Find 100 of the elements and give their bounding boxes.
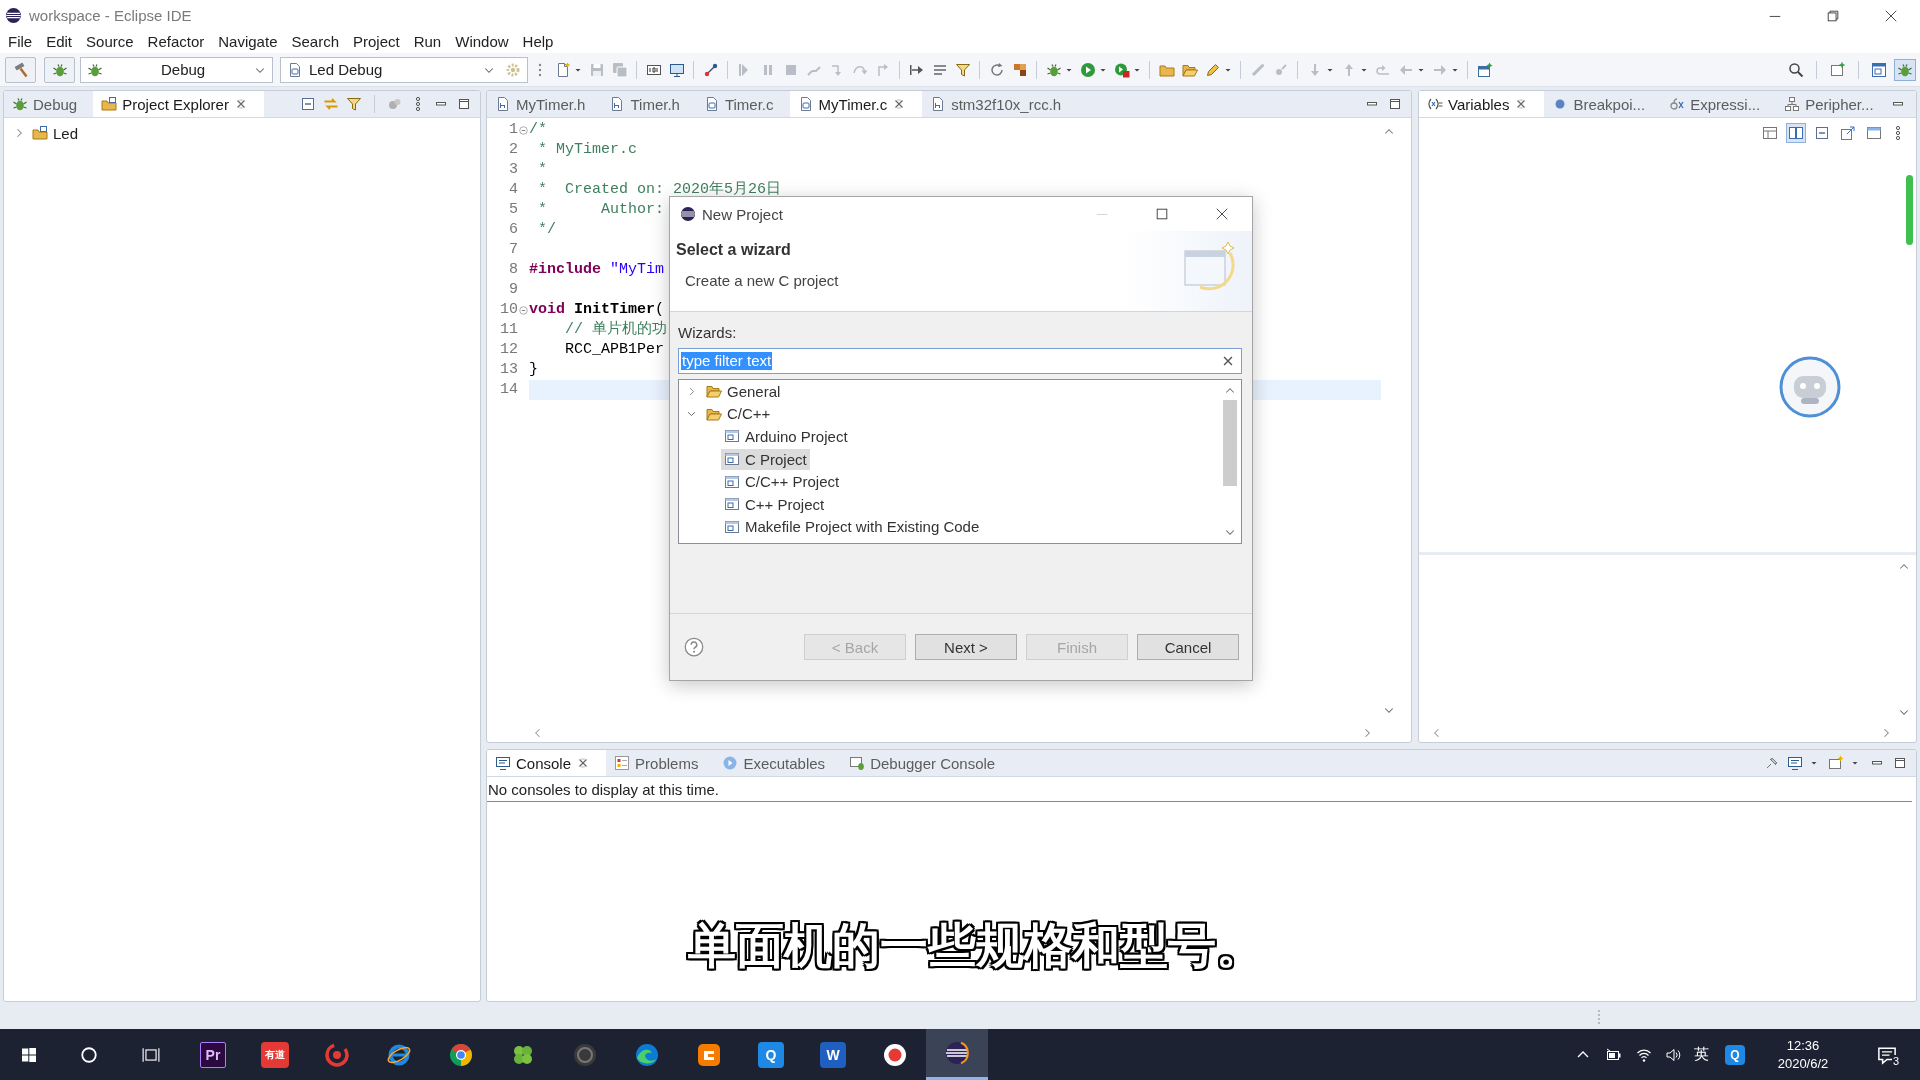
view-tab[interactable]: Debug: [4, 91, 94, 117]
taskbar-button[interactable]: [926, 1029, 988, 1080]
bug-icon: [1897, 61, 1913, 78]
view-tab[interactable]: Console: [487, 750, 607, 776]
bug-icon[interactable]: [1045, 61, 1062, 78]
menu-item[interactable]: Help: [515, 32, 561, 52]
tree-item[interactable]: C/C++: [703, 403, 774, 425]
side-handle[interactable]: [1906, 175, 1913, 245]
fold-icon[interactable]: [518, 124, 529, 136]
caret-icon[interactable]: [1851, 759, 1859, 767]
taskbar-button[interactable]: Pr: [182, 1029, 244, 1080]
dialog-button[interactable]: Cancel: [1137, 634, 1239, 660]
new-window-icon[interactable]: [1828, 755, 1844, 771]
connected-dots-icon[interactable]: [702, 61, 719, 78]
funnel-icon[interactable]: [346, 96, 362, 112]
editor-tab[interactable]: stm32f10x_rcc.h: [922, 91, 1078, 117]
editor-tab[interactable]: MyTimer.c: [789, 91, 923, 117]
view-tab[interactable]: Project Explorer: [93, 91, 264, 117]
menu-item[interactable]: File: [1, 32, 40, 52]
robot-icon[interactable]: [1779, 356, 1841, 418]
app-logo-tile[interactable]: Q: [1725, 1044, 1745, 1065]
blocks-icon[interactable]: [1011, 61, 1028, 78]
menu-item[interactable]: Refactor: [140, 32, 212, 52]
caret-icon[interactable]: [1810, 759, 1818, 767]
tree-item[interactable]: Makefile Project with Existing Code: [721, 516, 983, 538]
file-icon: [495, 96, 511, 112]
monitor-icon[interactable]: [668, 61, 685, 78]
dialog-button[interactable]: Next >: [915, 634, 1017, 660]
tree-item[interactable]: Led: [29, 124, 82, 142]
notification-icon[interactable]: [1876, 1044, 1897, 1065]
view-tab[interactable]: Debugger Console: [841, 750, 1012, 776]
view-tab[interactable]: Problems: [606, 750, 715, 776]
menu-item[interactable]: Source: [79, 32, 141, 52]
editor-tab[interactable]: Timer.c: [695, 91, 790, 117]
fold-icon[interactable]: [518, 304, 529, 316]
wizards-label: Wizards:: [678, 324, 738, 342]
close-icon[interactable]: [1884, 8, 1898, 23]
build-button[interactable]: [5, 56, 36, 83]
refresh-icon[interactable]: [988, 61, 1005, 78]
maximize-icon[interactable]: [1387, 96, 1403, 112]
new-window-icon[interactable]: [1829, 61, 1846, 78]
monitor-icon[interactable]: [1787, 755, 1803, 771]
input-method-indicator[interactable]: 英: [1694, 1045, 1709, 1064]
pin-icon[interactable]: [1764, 755, 1780, 771]
segmented-circle-icon: [448, 1041, 474, 1068]
view-tab[interactable]: Expressi...: [1661, 91, 1777, 117]
view-tab[interactable]: Variables: [1419, 91, 1545, 117]
new-window-icon[interactable]: [1476, 61, 1493, 78]
launch-config-dropdown[interactable]: Led Debug: [280, 56, 528, 83]
battery-icon[interactable]: [1605, 1046, 1622, 1063]
task-view-icon[interactable]: [142, 1045, 160, 1064]
menu-item[interactable]: Window: [448, 32, 516, 52]
perspective-button[interactable]: [1894, 58, 1916, 81]
taskbar-button[interactable]: Q: [740, 1029, 802, 1080]
code-line: * Author:: [537, 201, 665, 219]
speaker-icon[interactable]: [1664, 1046, 1681, 1063]
start-icon[interactable]: [21, 1046, 37, 1063]
view-tab[interactable]: Breakpoi...: [1544, 91, 1662, 117]
menu-item[interactable]: Edit: [39, 32, 80, 52]
view-tab[interactable]: Executables: [714, 750, 842, 776]
view-tab[interactable]: Peripher...: [1776, 91, 1890, 117]
close-icon[interactable]: [1215, 207, 1229, 221]
project-folder-icon: [32, 125, 48, 141]
funnel-icon[interactable]: [954, 61, 971, 78]
run-icon[interactable]: [1079, 61, 1096, 78]
scrollbar-thumb[interactable]: [1222, 400, 1237, 486]
maximize-icon[interactable]: [456, 96, 472, 112]
tree-item[interactable]: C Project: [721, 448, 810, 470]
search-icon[interactable]: [1787, 61, 1804, 78]
wizard-heading: Select a wizard: [676, 240, 792, 260]
menu-item[interactable]: Project: [346, 32, 407, 52]
clock-date[interactable]: 2020/6/2: [1777, 1054, 1829, 1073]
tree-item[interactable]: C/C++ Project: [721, 471, 843, 493]
restore-icon[interactable]: [1826, 8, 1840, 23]
tree-item[interactable]: C++ Project: [721, 493, 828, 515]
editor-tab[interactable]: Timer.h: [601, 91, 696, 117]
menu-item[interactable]: Search: [284, 32, 346, 52]
view-toggle-button[interactable]: [1838, 123, 1858, 143]
monitor-icon: [495, 755, 511, 771]
maximize-icon[interactable]: [1155, 207, 1169, 221]
maximize-icon[interactable]: [1892, 755, 1908, 771]
search-icon[interactable]: [80, 1045, 98, 1064]
window-icon: [724, 451, 740, 468]
collapse-icon[interactable]: [300, 96, 316, 112]
menu-item[interactable]: Navigate: [211, 32, 285, 52]
bug-icon: [87, 61, 103, 78]
view-toggle-button[interactable]: [1786, 123, 1806, 143]
tree-item[interactable]: Arduino Project: [721, 426, 851, 447]
debug-button[interactable]: [44, 56, 75, 83]
line-number: 13: [499, 360, 518, 380]
launch-mode-dropdown[interactable]: Debug: [80, 56, 273, 83]
clock-time[interactable]: 12:36: [1786, 1036, 1820, 1055]
menu-item[interactable]: Run: [406, 32, 449, 52]
clear-icon[interactable]: [1221, 354, 1235, 368]
tree-item[interactable]: General: [703, 380, 784, 402]
taskbar-button[interactable]: 有道: [244, 1029, 306, 1080]
help-icon[interactable]: [684, 637, 704, 657]
taskbar-button[interactable]: W: [802, 1029, 864, 1080]
pencil-icon[interactable]: [1204, 61, 1221, 78]
editor-tab[interactable]: MyTimer.h: [487, 91, 602, 117]
